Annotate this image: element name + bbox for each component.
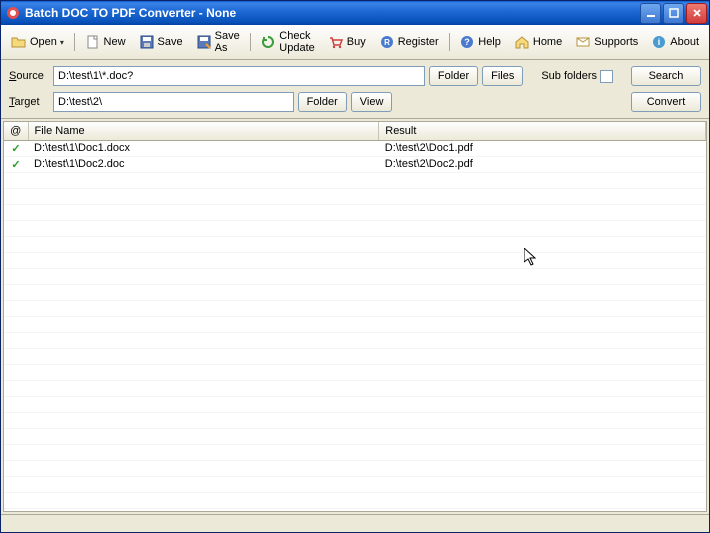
open-button[interactable]: Open ▾ [5,31,70,53]
io-panel: Source Folder Files Sub folders Search T… [1,60,709,119]
source-input[interactable] [53,66,425,86]
table-row-empty [4,316,706,332]
toolbar: Open ▾ New Save Save As Check Update Buy… [1,25,709,60]
table-row-empty [4,364,706,380]
table-row[interactable]: ✓ D:\test\1\Doc1.docxD:\test\2\Doc1.pdf [4,140,706,156]
table-row-empty [4,428,706,444]
source-folder-button[interactable]: Folder [429,66,478,86]
titlebar: Batch DOC TO PDF Converter - None [1,1,709,25]
subfolders-wrap: Sub folders [541,70,613,83]
minimize-button[interactable] [640,3,661,24]
table-row-empty [4,444,706,460]
table-row-empty [4,396,706,412]
cell-filename: D:\test\1\Doc1.docx [28,140,379,156]
table-row-empty [4,300,706,316]
save-label: Save [158,36,183,48]
save-icon [139,34,155,50]
new-button[interactable]: New [79,31,132,53]
register-label: Register [398,36,439,48]
info-icon: i [651,34,667,50]
app-icon [5,5,21,21]
home-icon [514,34,530,50]
maximize-button[interactable] [663,3,684,24]
home-button[interactable]: Home [508,31,568,53]
help-button[interactable]: ? Help [453,31,507,53]
subfolders-label: Sub folders [541,70,597,82]
results-table: @ File Name Result ✓ D:\test\1\Doc1.docxD… [4,122,706,512]
help-label: Help [478,36,501,48]
col-filename[interactable]: File Name [28,122,379,140]
statusbar [1,514,709,532]
separator [449,33,450,51]
svg-text:i: i [658,37,661,47]
col-result[interactable]: Result [379,122,706,140]
table-row-empty [4,236,706,252]
about-label: About [670,36,699,48]
results-table-wrap: @ File Name Result ✓ D:\test\1\Doc1.docxD… [3,121,707,512]
source-label: Source [9,70,49,82]
table-row-empty [4,508,706,512]
target-label: Target [9,96,49,108]
table-row-empty [4,412,706,428]
save-button[interactable]: Save [133,31,189,53]
files-button[interactable]: Files [482,66,523,86]
table-row-empty [4,172,706,188]
subfolders-checkbox[interactable] [600,70,613,83]
check-icon: ✓ [11,159,20,171]
supports-button[interactable]: Supports [569,31,644,53]
cell-result: D:\test\2\Doc1.pdf [379,140,706,156]
separator [74,33,75,51]
table-row-empty [4,348,706,364]
save-as-label: Save As [215,30,240,54]
convert-button[interactable]: Convert [631,92,701,112]
new-file-icon [85,34,101,50]
check-update-button[interactable]: Check Update [254,27,320,57]
supports-label: Supports [594,36,638,48]
table-row-empty [4,252,706,268]
table-row[interactable]: ✓ D:\test\1\Doc2.docD:\test\2\Doc2.pdf [4,156,706,172]
close-button[interactable] [686,3,707,24]
cell-result: D:\test\2\Doc2.pdf [379,156,706,172]
cell-filename: D:\test\1\Doc2.doc [28,156,379,172]
buy-button[interactable]: Buy [322,31,372,53]
save-as-icon [196,34,212,50]
home-label: Home [533,36,562,48]
table-row-empty [4,220,706,236]
target-folder-button[interactable]: Folder [298,92,347,112]
open-label: Open [30,36,57,48]
table-row-empty [4,460,706,476]
buy-label: Buy [347,36,366,48]
table-row-empty [4,284,706,300]
search-button[interactable]: Search [631,66,701,86]
register-button[interactable]: R Register [373,31,445,53]
save-as-button[interactable]: Save As [190,27,246,57]
cart-icon [328,34,344,50]
table-row-empty [4,188,706,204]
window-title: Batch DOC TO PDF Converter - None [25,6,640,20]
check-icon: ✓ [11,143,20,155]
separator [250,33,251,51]
table-row-empty [4,332,706,348]
view-button[interactable]: View [351,92,393,112]
new-label: New [104,36,126,48]
table-row-empty [4,492,706,508]
table-row-empty [4,268,706,284]
check-update-label: Check Update [279,30,314,54]
refresh-icon [260,34,276,50]
help-icon: ? [459,34,475,50]
target-input[interactable] [53,92,294,112]
about-button[interactable]: i About [645,31,705,53]
table-row-empty [4,204,706,220]
svg-text:R: R [384,38,390,47]
table-row-empty [4,380,706,396]
table-row-empty [4,476,706,492]
mail-icon [575,34,591,50]
svg-text:?: ? [465,37,471,47]
dropdown-icon: ▾ [60,38,64,47]
col-status[interactable]: @ [4,122,28,140]
folder-open-icon [11,34,27,50]
register-icon: R [379,34,395,50]
